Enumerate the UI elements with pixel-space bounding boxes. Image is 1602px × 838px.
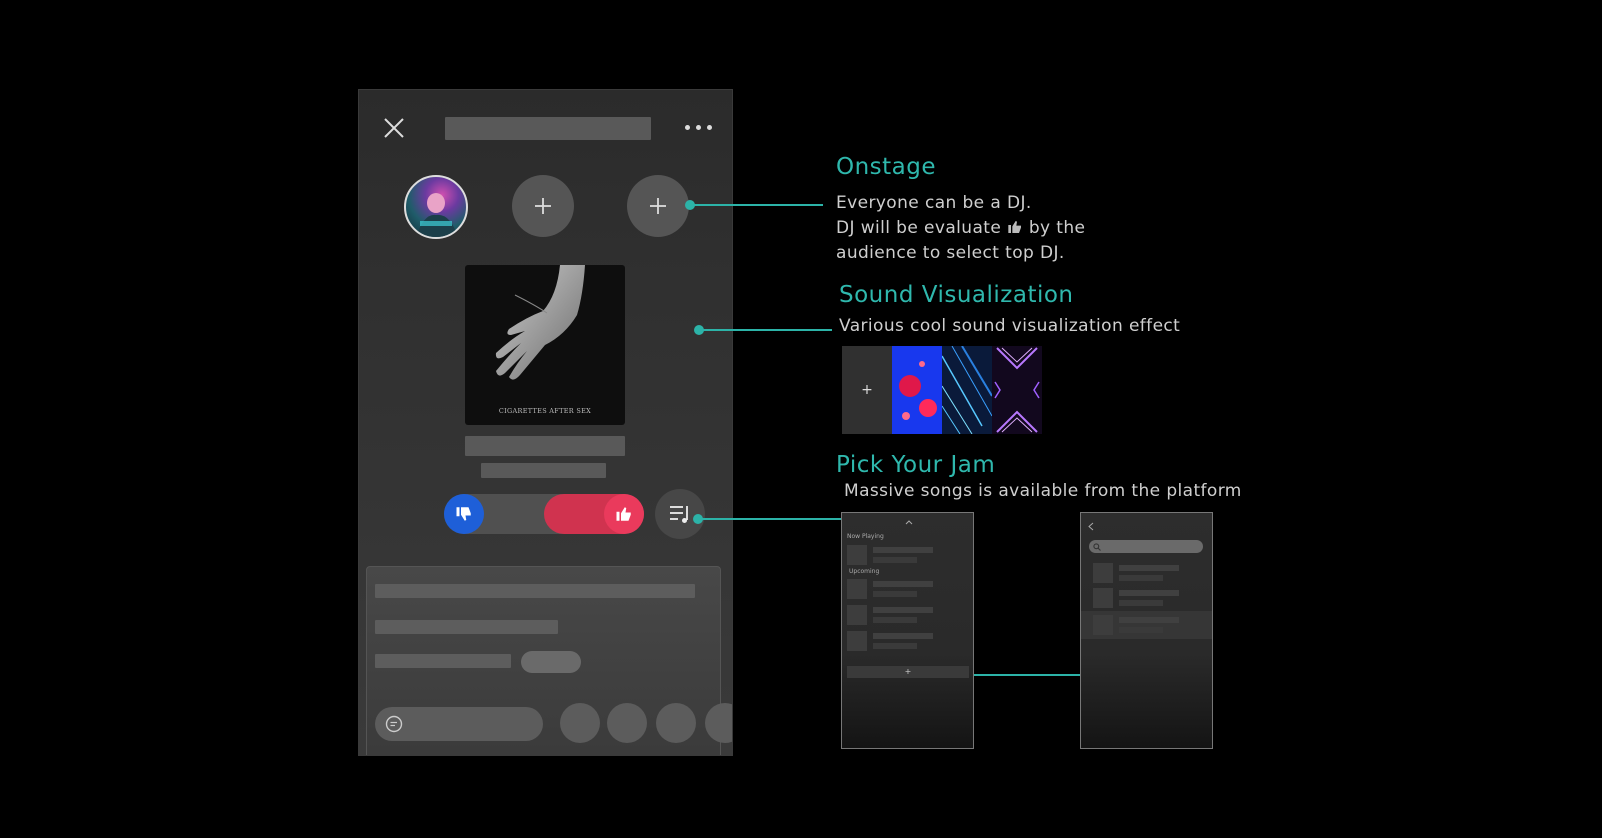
- album-caption: CIGARETTES AFTER SEX: [498, 407, 592, 415]
- like-button[interactable]: [604, 494, 644, 534]
- chat-icon: [385, 715, 403, 733]
- reaction-button[interactable]: [705, 703, 732, 743]
- search-input[interactable]: [1089, 540, 1203, 553]
- tag-pill[interactable]: [521, 651, 581, 673]
- reaction-button[interactable]: [560, 703, 600, 743]
- thumbs-down-icon: [456, 507, 471, 521]
- sound-title: Sound Visualization: [839, 282, 1074, 308]
- add-song-button[interactable]: +: [847, 666, 969, 678]
- hand-image: [495, 265, 585, 380]
- queue-screen-mockup: Now Playing Upcoming +: [841, 512, 974, 749]
- plus-icon: [535, 198, 551, 214]
- onstage-line1: Everyone can be a DJ.: [836, 193, 1032, 213]
- song-title-placeholder: [465, 436, 625, 456]
- plus-icon: [650, 198, 666, 214]
- comment-placeholder: [375, 584, 695, 598]
- reaction-button[interactable]: [656, 703, 696, 743]
- more-icon[interactable]: [685, 125, 712, 130]
- comment-placeholder: [375, 654, 511, 668]
- onstage-line3: audience to select top DJ.: [836, 243, 1065, 263]
- connector-line: [700, 518, 845, 520]
- add-dj-slot-button[interactable]: [512, 175, 574, 237]
- thumbs-up-icon: [1008, 221, 1022, 233]
- sound-desc: Various cool sound visualization effect: [839, 316, 1181, 336]
- chat-input[interactable]: [375, 707, 543, 741]
- onstage-line2: DJ will be evaluate by the: [836, 216, 1085, 241]
- jam-desc: Massive songs is available from the plat…: [844, 481, 1242, 501]
- album-cover: CIGARETTES AFTER SEX: [465, 265, 625, 425]
- artist-placeholder: [481, 463, 606, 478]
- dj-avatar[interactable]: [404, 175, 468, 239]
- chat-panel: [366, 566, 732, 755]
- title-placeholder: [445, 117, 651, 140]
- connector-line: [693, 204, 823, 206]
- phone-mockup: CIGARETTES AFTER SEX: [358, 89, 733, 756]
- chevron-up-icon[interactable]: [905, 519, 913, 525]
- search-icon: [1093, 543, 1101, 551]
- onstage-line2b: by the: [1028, 218, 1086, 238]
- playlist-icon: [670, 506, 688, 523]
- visualization-add-tile[interactable]: +: [842, 346, 892, 434]
- dislike-button[interactable]: [444, 494, 484, 534]
- close-icon[interactable]: [383, 117, 405, 139]
- search-screen-mockup: [1080, 512, 1213, 749]
- back-arrow-icon[interactable]: [1088, 522, 1094, 531]
- upcoming-label: Upcoming: [849, 568, 880, 575]
- reaction-button[interactable]: [607, 703, 647, 743]
- visualization-tile-neon[interactable]: [992, 346, 1042, 434]
- visualization-tile-jellyfish[interactable]: [892, 346, 942, 434]
- jam-title: Pick Your Jam: [836, 452, 996, 478]
- thumbs-up-icon: [616, 507, 631, 521]
- comment-placeholder: [375, 620, 558, 634]
- onstage-line2a: DJ will be evaluate: [836, 218, 1002, 238]
- connector-line: [702, 329, 832, 331]
- now-playing-label: Now Playing: [847, 533, 884, 540]
- visualization-tile-streaks[interactable]: [942, 346, 992, 434]
- add-dj-slot-button[interactable]: [627, 175, 689, 237]
- onstage-title: Onstage: [836, 154, 937, 180]
